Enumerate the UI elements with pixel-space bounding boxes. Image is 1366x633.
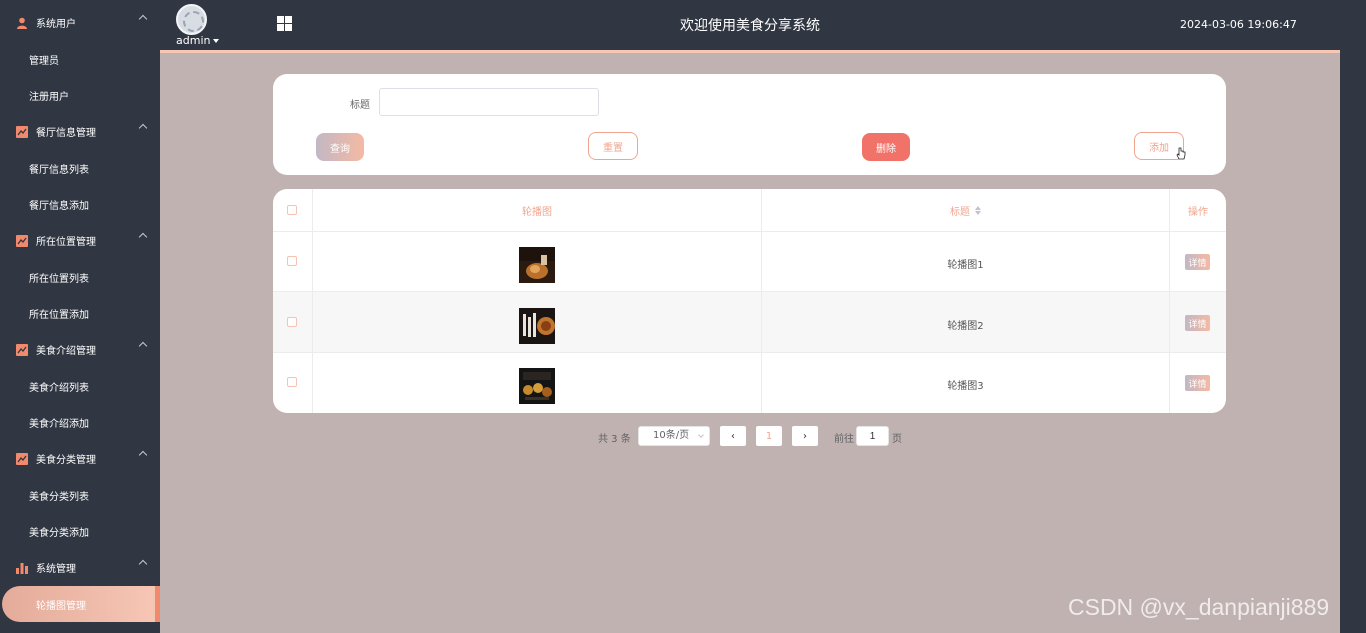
goto-unit-label: 页 (892, 434, 902, 445)
delete-button[interactable]: 删除 (862, 133, 910, 161)
chevron-left-icon: ‹ (731, 430, 735, 442)
sidebar-item-carousel[interactable]: 轮播图管理 (2, 586, 160, 622)
column-header-title-label: 标题 (950, 206, 970, 218)
row-checkbox[interactable] (287, 317, 297, 327)
username-label: admin (176, 34, 211, 47)
menu-group-label: 所在位置管理 (36, 237, 96, 248)
menu-group-food-category[interactable]: 美食分类管理 (0, 440, 160, 477)
header-divider (160, 50, 1340, 53)
sidebar-item-registered-users[interactable]: 注册用户 (0, 77, 160, 113)
menu-group-restaurant[interactable]: 餐厅信息管理 (0, 113, 160, 150)
detail-button[interactable]: 详情 (1185, 315, 1210, 331)
column-header-actions: 操作 (1188, 206, 1208, 218)
row-title: 轮播图2 (947, 321, 984, 332)
page-size-select[interactable]: 10条/页 (638, 426, 710, 446)
user-menu[interactable]: admin (176, 34, 220, 47)
data-table: 轮播图 标题 操作 轮播图1 详情 轮播图2 详情 轮播图3 详情 (273, 189, 1226, 413)
caret-down-icon (213, 39, 220, 43)
chart-line-icon (16, 452, 28, 465)
chevron-up-icon (138, 450, 148, 460)
sidebar-item-location-add[interactable]: 所在位置添加 (0, 295, 160, 331)
search-title-label: 标题 (350, 100, 370, 111)
query-button[interactable]: 查询 (316, 133, 364, 161)
sidebar-item-food-category-list[interactable]: 美食分类列表 (0, 477, 160, 513)
chevron-up-icon (138, 559, 148, 569)
carousel-thumbnail[interactable] (519, 368, 555, 404)
goto-page-input[interactable] (856, 426, 889, 446)
row-divider (273, 231, 1226, 232)
top-header: admin 欢迎使用美食分享系统 2024-03-06 19:06:47 (160, 0, 1366, 50)
search-panel: 标题 查询 重置 删除 添加 (273, 74, 1226, 175)
menu-group-location[interactable]: 所在位置管理 (0, 222, 160, 259)
chevron-up-icon (138, 341, 148, 351)
detail-button[interactable]: 详情 (1185, 254, 1210, 270)
hand-cursor-icon (1176, 147, 1186, 160)
carousel-thumbnail[interactable] (519, 247, 555, 283)
carousel-thumbnail[interactable] (519, 308, 555, 344)
row-divider (273, 291, 1226, 292)
search-title-input[interactable] (379, 88, 599, 116)
datetime-display: 2024-03-06 19:06:47 (1180, 18, 1297, 31)
row-checkbox[interactable] (287, 377, 297, 387)
row-title: 轮播图1 (947, 260, 984, 271)
watermark: CSDN @vx_danpianji889 (1068, 594, 1330, 620)
row-divider (273, 352, 1226, 353)
menu-group-system-management[interactable]: 系统管理 (0, 549, 160, 586)
sidebar-item-restaurant-add[interactable]: 餐厅信息添加 (0, 186, 160, 222)
chevron-up-icon (138, 123, 148, 133)
sidebar-item-admins[interactable]: 管理员 (0, 41, 160, 77)
sidebar-item-food-intro-list[interactable]: 美食介绍列表 (0, 368, 160, 404)
prev-page-button[interactable]: ‹ (720, 426, 746, 446)
chevron-right-icon: › (803, 430, 807, 442)
chevron-down-icon (698, 432, 704, 438)
chevron-up-icon (138, 14, 148, 24)
select-all-checkbox[interactable] (287, 205, 297, 215)
sidebar-item-food-category-add[interactable]: 美食分类添加 (0, 513, 160, 549)
row-checkbox[interactable] (287, 256, 297, 266)
goto-label: 前往 (834, 434, 854, 445)
sidebar-item-location-list[interactable]: 所在位置列表 (0, 259, 160, 295)
user-icon (16, 17, 28, 29)
chart-line-icon (16, 234, 28, 247)
column-header-image: 轮播图 (522, 206, 552, 218)
menu-group-label: 餐厅信息管理 (36, 128, 96, 139)
next-page-button[interactable]: › (792, 426, 818, 446)
page-title: 欢迎使用美食分享系统 (680, 18, 820, 34)
menu-group-food-intro[interactable]: 美食介绍管理 (0, 331, 160, 368)
chart-line-icon (16, 125, 28, 138)
page-size-value: 10条/页 (653, 430, 690, 441)
pagination-total: 共 3 条 (598, 434, 631, 445)
sort-icon[interactable] (975, 205, 981, 215)
menu-group-label: 美食分类管理 (36, 455, 96, 466)
right-edge-strip (1340, 50, 1366, 633)
reset-button[interactable]: 重置 (588, 132, 638, 160)
chevron-up-icon (138, 232, 148, 242)
sidebar: 系统用户 管理员 注册用户 餐厅信息管理 餐厅信息列表 餐厅信息添加 所在位置管… (0, 0, 160, 633)
sidebar-item-restaurant-list[interactable]: 餐厅信息列表 (0, 150, 160, 186)
chart-line-icon (16, 343, 28, 356)
menu-group-label: 美食介绍管理 (36, 346, 96, 357)
row-title: 轮播图3 (947, 381, 984, 392)
bar-chart-icon (16, 562, 28, 574)
detail-button[interactable]: 详情 (1185, 375, 1210, 391)
sidebar-item-food-intro-add[interactable]: 美食介绍添加 (0, 404, 160, 440)
menu-group-system-users[interactable]: 系统用户 (0, 4, 160, 41)
menu-group-label: 系统管理 (36, 564, 76, 575)
column-header-title[interactable]: 标题 (762, 189, 1169, 231)
menu-group-label: 系统用户 (36, 19, 76, 30)
page-number-current[interactable]: 1 (756, 426, 782, 446)
